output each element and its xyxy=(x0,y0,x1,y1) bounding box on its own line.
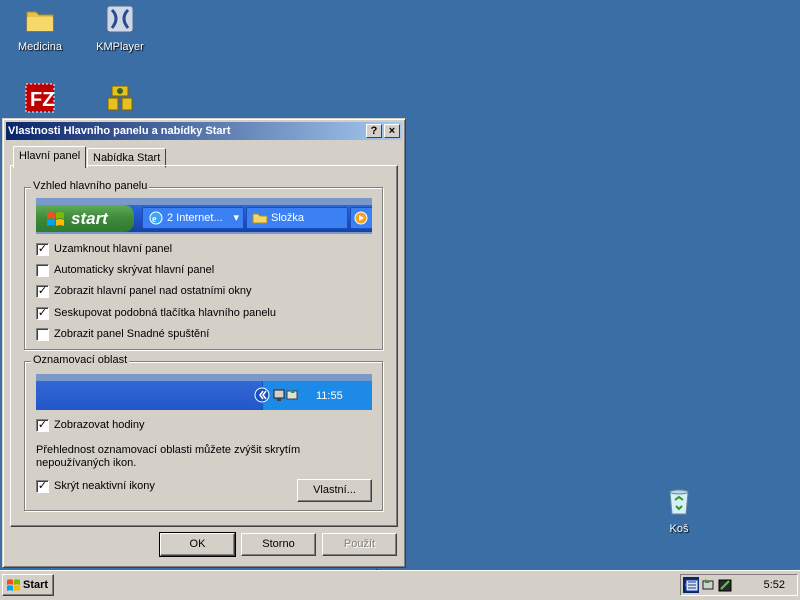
desktop-icon-recycle-bin[interactable]: Koš xyxy=(641,486,717,535)
option-hide-inactive-icons[interactable]: ✓ Skrýt neaktivní ikony xyxy=(36,479,155,493)
ok-button[interactable]: OK xyxy=(159,532,236,557)
notification-description: Přehlednost oznamovací oblasti můžete zv… xyxy=(36,444,301,469)
start-button[interactable]: Start xyxy=(2,574,54,596)
checkbox[interactable] xyxy=(36,327,49,341)
desktop-icon-label: Medicina xyxy=(17,41,63,53)
desktop-icon-kmplayer[interactable]: KMPlayer xyxy=(82,4,158,53)
windows-flag-icon xyxy=(47,212,64,226)
taskbar-clock: 5:52 xyxy=(763,579,785,591)
preview-clock: 11:55 xyxy=(316,390,343,402)
option-lock-taskbar[interactable]: ✓ Uzamknout hlavní panel xyxy=(36,242,172,256)
folder-icon xyxy=(252,213,268,224)
system-tray: 5:52 xyxy=(680,574,798,596)
folder-icon xyxy=(24,4,56,36)
network-app-icon xyxy=(104,82,136,114)
apply-button[interactable]: Použít xyxy=(322,533,397,556)
windows-logo-icon xyxy=(7,579,20,591)
desktop-icon-label: KMPlayer xyxy=(96,41,144,53)
notification-preview: 11:55 xyxy=(36,374,372,410)
tray-icons xyxy=(273,389,298,401)
group-title: Oznamovací oblast xyxy=(31,354,130,366)
dialog-titlebar[interactable]: Vlastnosti Hlavního panelu a nabídky Sta… xyxy=(6,122,402,140)
desktop-icon-filezilla[interactable]: FZ xyxy=(2,82,78,119)
media-player-icon xyxy=(354,211,368,225)
taskbar-preview: start 2 Internet... ▾ e Složka xyxy=(36,198,372,234)
help-button[interactable]: ? xyxy=(366,124,382,138)
recycle-bin-icon xyxy=(663,486,695,518)
customize-button[interactable]: Vlastní... xyxy=(297,479,372,502)
tab-hlavni-panel[interactable]: Hlavní panel xyxy=(13,146,87,168)
close-button[interactable]: × xyxy=(384,124,400,138)
cancel-button[interactable]: Storno xyxy=(241,533,316,556)
expand-chevron-icon xyxy=(254,387,270,403)
checkbox[interactable] xyxy=(36,263,49,277)
checkbox[interactable]: ✓ xyxy=(36,242,49,256)
svg-text:FZ: FZ xyxy=(30,89,54,111)
desktop-icon-network-app[interactable] xyxy=(82,82,158,119)
svg-text:e: e xyxy=(152,214,157,225)
taskbar: Start CS 5:52 xyxy=(0,570,800,600)
dialog-title: Vlastnosti Hlavního panelu a nabídky Sta… xyxy=(8,125,231,137)
option-keep-on-top[interactable]: ✓ Zobrazit hlavní panel nad ostatními ok… xyxy=(36,284,252,298)
desktop-icon-label: Koš xyxy=(669,523,689,535)
option-autohide-taskbar[interactable]: Automaticky skrývat hlavní panel xyxy=(36,263,214,277)
ie-icon: e xyxy=(149,211,163,225)
group-title: Vzhled hlavního panelu xyxy=(31,180,150,192)
checkbox[interactable]: ✓ xyxy=(36,306,49,320)
tray-icons[interactable] xyxy=(685,577,741,593)
checkbox[interactable]: ✓ xyxy=(36,284,49,298)
filezilla-icon: FZ xyxy=(24,82,56,114)
kmplayer-icon xyxy=(104,4,136,36)
checkbox[interactable]: ✓ xyxy=(36,479,49,493)
desktop-icon-medicina[interactable]: Medicina xyxy=(2,4,78,53)
option-group-buttons[interactable]: ✓ Seskupovat podobná tlačítka hlavního p… xyxy=(36,306,276,320)
checkbox[interactable]: ✓ xyxy=(36,418,49,432)
option-show-clock[interactable]: ✓ Zobrazovat hodiny xyxy=(36,418,145,432)
option-quick-launch[interactable]: Zobrazit panel Snadné spuštění xyxy=(36,327,209,341)
